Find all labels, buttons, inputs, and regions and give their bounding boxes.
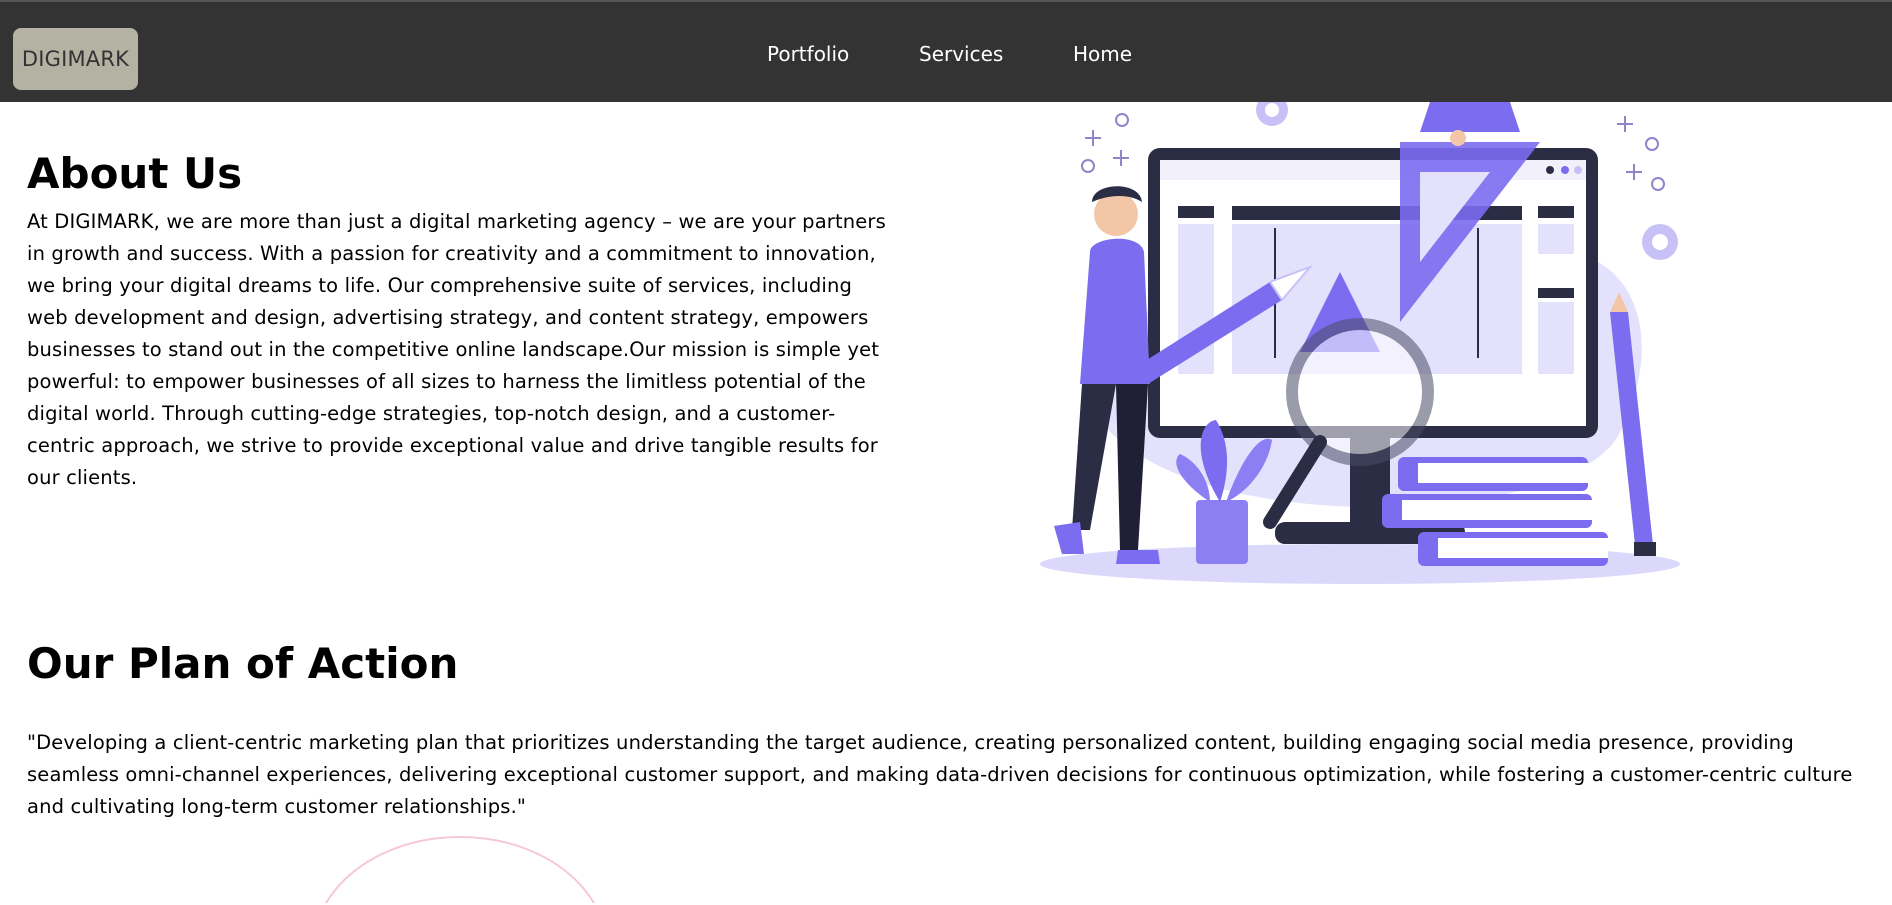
decorative-arc <box>325 836 595 904</box>
digital-marketing-illustration <box>1040 102 1680 584</box>
top-navbar: DIGIMARK Portfolio Services Home <box>0 0 1892 102</box>
nav-link-home[interactable]: Home <box>1073 42 1132 66</box>
plan-title: Our Plan of Action <box>27 639 459 688</box>
nav-link-portfolio[interactable]: Portfolio <box>767 42 849 66</box>
nav-link-services[interactable]: Services <box>919 42 1003 66</box>
nav-links: Portfolio Services Home <box>0 2 1892 104</box>
about-title: About Us <box>27 149 243 198</box>
about-text: At DIGIMARK, we are more than just a dig… <box>27 210 886 489</box>
plan-text: "Developing a client-centric marketing p… <box>27 731 1853 818</box>
